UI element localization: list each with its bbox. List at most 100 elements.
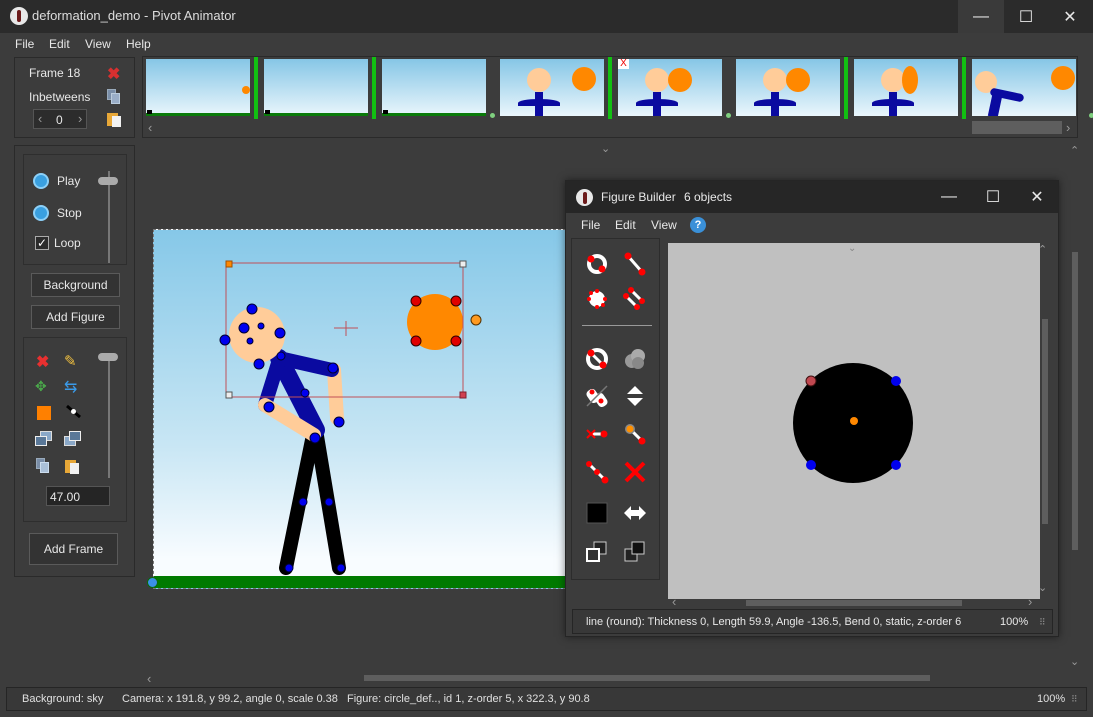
- fb-scroll-right[interactable]: ›: [1028, 594, 1032, 609]
- frame-thumbnail[interactable]: [972, 59, 1076, 116]
- copy-frame-icon[interactable]: [107, 89, 120, 104]
- joint[interactable]: [806, 460, 816, 470]
- fb-menu-file[interactable]: File: [581, 218, 600, 232]
- inbetweens-value[interactable]: 0: [56, 113, 63, 127]
- circle-hollow-tool-icon[interactable]: [580, 342, 614, 376]
- paste-figure-icon[interactable]: [65, 458, 81, 474]
- menu-file[interactable]: File: [15, 37, 34, 51]
- cut-segment-tool-icon[interactable]: [580, 379, 614, 413]
- increment-button[interactable]: ›: [78, 111, 82, 126]
- edit-figure-pencil-icon[interactable]: ✎: [64, 352, 77, 370]
- frame-thumbnail[interactable]: [382, 59, 486, 116]
- fb-vscrollbar-thumb[interactable]: [1042, 319, 1048, 524]
- delete-segment-joint-tool-icon[interactable]: [580, 417, 614, 451]
- play-icon[interactable]: [33, 173, 49, 189]
- maximize-button[interactable]: ☐: [1003, 0, 1049, 33]
- add-figure-button[interactable]: Add Figure: [31, 305, 120, 329]
- joint[interactable]: [253, 358, 265, 370]
- fb-minimize-button[interactable]: —: [926, 181, 972, 213]
- add-line-tool-icon[interactable]: [618, 247, 652, 281]
- resize-grip-icon[interactable]: ⠿: [1071, 694, 1078, 705]
- joint[interactable]: [246, 303, 258, 315]
- fb-hscrollbar-thumb[interactable]: [746, 600, 962, 606]
- help-icon[interactable]: ?: [690, 217, 706, 233]
- send-back-tool-icon[interactable]: [618, 535, 652, 569]
- scroll-down-chevron-icon[interactable]: ⌄: [1070, 655, 1079, 668]
- origin-joint[interactable]: [850, 417, 858, 425]
- set-joint-icon[interactable]: [66, 404, 81, 419]
- joint[interactable]: [309, 432, 321, 444]
- minimize-button[interactable]: —: [958, 0, 1004, 33]
- selection-handle-tr[interactable]: [459, 260, 467, 268]
- joint[interactable]: [450, 295, 462, 307]
- scroll-up-chevron-icon[interactable]: ⌃: [1070, 144, 1079, 157]
- delete-segment-tool-icon[interactable]: [618, 455, 652, 489]
- figure-scale-input[interactable]: 47.00: [46, 486, 110, 506]
- timeline-scroll-right[interactable]: ›: [1066, 120, 1070, 135]
- keyframe-bar[interactable]: [608, 57, 612, 119]
- center-figure-icon[interactable]: ✥: [35, 378, 47, 395]
- selection-handle-tl[interactable]: [225, 260, 233, 268]
- clone-segments-tool-icon[interactable]: [618, 342, 652, 376]
- menu-edit[interactable]: Edit: [49, 37, 70, 51]
- bring-front-tool-icon[interactable]: [580, 535, 614, 569]
- canvas-vscrollbar-thumb[interactable]: [1072, 252, 1078, 550]
- delete-figure-icon[interactable]: ✖: [36, 352, 49, 372]
- background-button[interactable]: Background: [31, 273, 120, 297]
- frame-thumbnail[interactable]: [854, 59, 958, 116]
- play-button[interactable]: Play: [57, 174, 80, 188]
- fb-scroll-down[interactable]: ⌄: [1038, 581, 1047, 594]
- frame-dot[interactable]: [726, 113, 731, 118]
- speed-slider-handle[interactable]: [98, 177, 118, 185]
- timeline-scroll-left[interactable]: ‹: [148, 120, 152, 135]
- add-circle-tool-icon[interactable]: [580, 247, 614, 281]
- fb-canvas-top-chevron[interactable]: ⌄: [848, 243, 856, 254]
- selection-handle-br[interactable]: [459, 391, 467, 399]
- figure-size-slider-track[interactable]: [108, 354, 110, 478]
- joint[interactable]: [238, 322, 250, 334]
- frame-dot[interactable]: [1089, 113, 1093, 118]
- fb-resize-grip-icon[interactable]: ⠿: [1039, 617, 1046, 628]
- frame-dot[interactable]: [490, 113, 495, 118]
- copy-figure-icon[interactable]: [36, 458, 51, 474]
- canvas-origin-handle[interactable]: [147, 577, 158, 588]
- figure-size-slider-handle[interactable]: [98, 353, 118, 361]
- animation-canvas[interactable]: [153, 229, 566, 589]
- joint[interactable]: [333, 416, 345, 428]
- selection-handle-bl[interactable]: [225, 391, 233, 399]
- add-multiline-tool-icon[interactable]: [618, 282, 652, 316]
- frame-thumbnail[interactable]: [500, 59, 604, 116]
- delete-frame-icon[interactable]: ✖: [107, 64, 120, 84]
- menu-view[interactable]: View: [85, 37, 111, 51]
- joint[interactable]: [891, 376, 901, 386]
- keyframe-bar[interactable]: [254, 57, 258, 119]
- close-button[interactable]: ✕: [1047, 0, 1093, 33]
- frame-thumbnail[interactable]: [264, 59, 368, 116]
- stop-button[interactable]: Stop: [57, 206, 82, 220]
- add-polygon-tool-icon[interactable]: [580, 282, 614, 316]
- canvas-scroll-left[interactable]: ‹: [147, 671, 151, 686]
- flip-horizontal-tool-icon[interactable]: [618, 496, 652, 530]
- stop-icon[interactable]: [33, 205, 49, 221]
- joint[interactable]: [336, 563, 346, 573]
- joint[interactable]: [450, 335, 462, 347]
- bring-forward-icon[interactable]: [35, 431, 53, 447]
- joint[interactable]: [891, 460, 901, 470]
- joint[interactable]: [327, 362, 339, 374]
- keyframe-bar[interactable]: [962, 57, 966, 119]
- frame-thumbnail[interactable]: [146, 59, 250, 116]
- move-up-down-tool-icon[interactable]: [618, 379, 652, 413]
- loop-checkbox[interactable]: ✓: [35, 236, 49, 250]
- ball-origin-joint[interactable]: [470, 314, 482, 326]
- decrement-button[interactable]: ‹: [38, 111, 42, 126]
- canvas-hscrollbar-thumb[interactable]: [364, 675, 930, 681]
- fb-menu-view[interactable]: View: [651, 218, 677, 232]
- fb-menu-edit[interactable]: Edit: [615, 218, 636, 232]
- timeline-scrollbar-thumb[interactable]: [972, 121, 1062, 134]
- fb-maximize-button[interactable]: ☐: [970, 181, 1016, 213]
- color-fill-tool-icon[interactable]: [580, 496, 614, 530]
- keyframe-bar[interactable]: [372, 57, 376, 119]
- joint[interactable]: [410, 295, 422, 307]
- fb-scroll-up[interactable]: ⌃: [1038, 243, 1047, 256]
- collapse-timeline-chevron-icon[interactable]: ⌄: [601, 142, 610, 155]
